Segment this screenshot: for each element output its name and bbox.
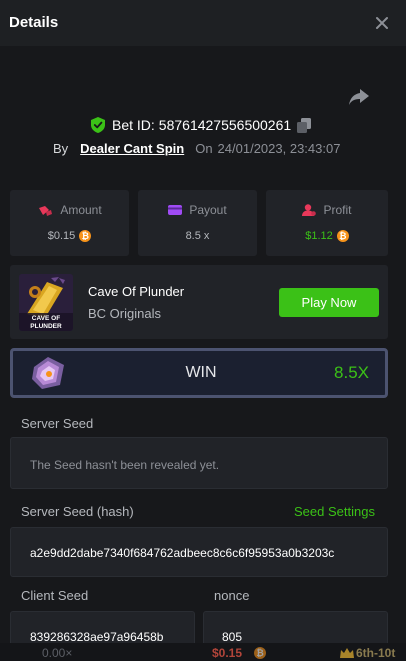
server-hash-value: a2e9dd2dabe7340f684762adbeec8c6c6f95953a… [30,546,335,560]
game-name[interactable]: Cave Of Plunder [88,284,184,299]
seed-settings-link[interactable]: Seed Settings [294,504,375,519]
profit-value: $1.12 [305,230,333,242]
bitcoin-icon: ₿ [336,230,349,242]
play-now-button[interactable]: Play Now [279,288,379,317]
bet-id-row: Bet ID: 58761427556500261 [91,115,312,135]
bet-date: 24/01/2023, 23:43:07 [217,140,341,156]
server-hash-field[interactable]: a2e9dd2dabe7340f684762adbeec8c6c6f95953a… [10,527,388,577]
on-label: On [195,140,213,156]
details-header: Details [0,0,406,46]
payout-stat: Payout 8.5 x [138,190,257,256]
nonce-label: nonce [214,588,250,603]
game-thumbnail[interactable]: CAVE OF PLUNDER [19,274,73,331]
svg-text:CAVE OF: CAVE OF [32,315,60,322]
result-banner: WIN 8.5X [10,348,388,398]
server-seed-field: The Seed hasn't been revealed yet. [10,437,388,489]
nonce-value: 805 [222,630,243,644]
server-hash-label: Server Seed (hash) [21,504,134,519]
wallet-icon [168,205,183,215]
game-provider: BC Originals [88,306,161,321]
by-label: By [53,140,69,156]
ticker-rank: 6th-10t [356,646,396,660]
bet-id-label: Bet ID: [112,117,155,133]
client-seed-value: 839286328ae97a96458b [30,630,164,644]
amount-label: Amount [60,203,102,217]
money-bag-icon [39,205,53,216]
bitcoin-icon: ₿ [79,230,92,242]
svg-text:PLUNDER: PLUNDER [30,323,62,330]
close-icon[interactable] [372,13,392,33]
payout-value: 8.5 x [185,230,210,242]
result-multiplier: 8.5X [334,363,369,382]
crown-icon [340,648,354,658]
profit-stat: Profit $1.12 ₿ [266,190,388,256]
copy-icon[interactable] [297,117,312,133]
bet-author-row: By Dealer Cant Spin On 24/01/2023, 23:43… [53,139,340,157]
ticker-amount: $0.15 [212,646,243,660]
amount-value: $0.15 [47,230,76,242]
profit-label: Profit [323,203,352,217]
share-icon[interactable] [348,87,370,107]
payout-label: Payout [189,203,227,217]
client-seed-label: Client Seed [21,588,89,603]
user-name-link[interactable]: Dealer Cant Spin [80,141,184,156]
result-label: WIN [185,364,217,381]
amount-stat: Amount $0.15 ₿ [10,190,129,256]
details-title: Details [9,14,59,31]
game-card: CAVE OF PLUNDER Cave Of Plunder BC Origi… [10,265,388,339]
bet-id-value: 58761427556500261 [158,117,292,133]
bet-details-panel: Details Bet ID: 58761427556500261 By Dea… [0,0,406,661]
ticker-multiplier: 0.00× [42,646,73,660]
cave-of-plunder-logo: CAVE OF PLUNDER [19,274,73,331]
server-seed-label: Server Seed [21,416,94,431]
bitcoin-icon: ₿ [254,647,266,659]
user-profit-icon [302,203,317,216]
shield-check-icon [91,117,105,133]
server-seed-value: The Seed hasn't been revealed yet. [30,458,220,472]
